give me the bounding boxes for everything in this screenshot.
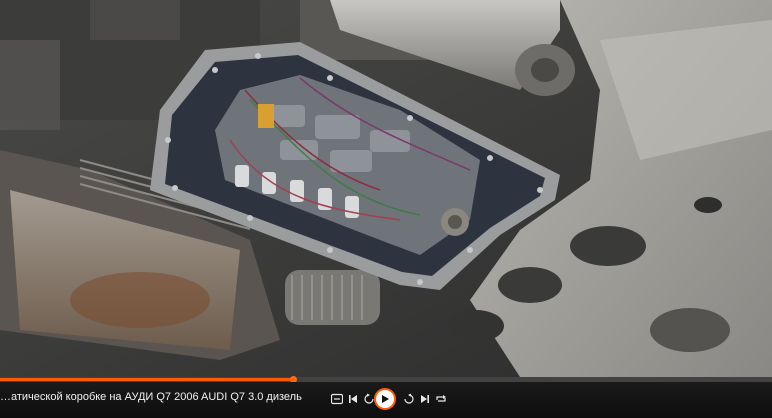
subtitles-icon[interactable] [330, 392, 344, 406]
video-frame-image [0, 0, 772, 377]
skip-forward-icon[interactable] [418, 392, 432, 406]
play-button[interactable] [374, 388, 396, 410]
repeat-icon[interactable] [434, 392, 448, 406]
skip-back-icon[interactable] [346, 392, 360, 406]
player-control-bar: …атической коробке на АУДИ Q7 2006 AUDI … [0, 382, 772, 418]
video-title: …атической коробке на АУДИ Q7 2006 AUDI … [0, 391, 302, 403]
video-frame[interactable] [0, 0, 772, 377]
forward-icon[interactable] [402, 392, 416, 406]
play-icon [382, 395, 389, 403]
seek-bar-progress [0, 378, 294, 381]
